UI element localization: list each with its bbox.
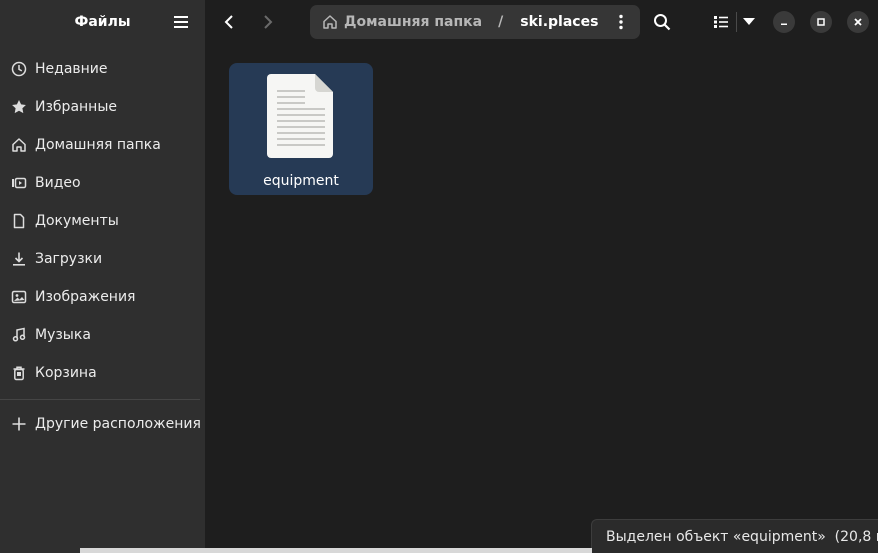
sidebar-item-label: Недавние bbox=[35, 61, 108, 77]
chevron-down-icon bbox=[743, 18, 755, 25]
star-icon bbox=[10, 98, 28, 116]
bottom-edge-strip bbox=[80, 548, 592, 553]
sidebar-item-label: Видео bbox=[35, 175, 81, 191]
sidebar-item-recent[interactable]: Недавние bbox=[0, 50, 205, 88]
sidebar-item-videos[interactable]: Видео bbox=[0, 164, 205, 202]
sidebar-item-label: Документы bbox=[35, 213, 119, 229]
music-icon bbox=[10, 326, 28, 344]
chevron-left-icon bbox=[224, 15, 233, 29]
back-button[interactable] bbox=[213, 6, 245, 38]
sidebar-separator bbox=[0, 399, 200, 400]
sidebar-item-label: Корзина bbox=[35, 365, 97, 381]
sidebar-item-downloads[interactable]: Загрузки bbox=[0, 240, 205, 278]
trash-icon bbox=[10, 364, 28, 382]
sidebar-item-music[interactable]: Музыка bbox=[0, 316, 205, 354]
home-icon bbox=[322, 14, 338, 30]
breadcrumb-separator: / bbox=[498, 14, 504, 30]
sidebar-item-home[interactable]: Домашняя папка bbox=[0, 126, 205, 164]
sidebar-item-label: Музыка bbox=[35, 327, 91, 343]
search-icon bbox=[654, 14, 671, 31]
path-menu-button[interactable] bbox=[608, 9, 634, 35]
image-icon bbox=[10, 288, 28, 306]
download-icon bbox=[10, 250, 28, 268]
header-bar: Домашняя папка / ski.places bbox=[205, 0, 878, 44]
list-view-icon bbox=[714, 16, 728, 28]
sidebar-item-label: Изображения bbox=[35, 289, 136, 305]
view-options-button[interactable] bbox=[737, 6, 761, 38]
sidebar-header: Файлы bbox=[0, 0, 205, 44]
sidebar-item-trash[interactable]: Корзина bbox=[0, 354, 205, 392]
chevron-right-icon bbox=[264, 15, 273, 29]
app-title: Файлы bbox=[74, 14, 131, 30]
file-item[interactable]: equipment bbox=[229, 63, 373, 195]
vertical-dots-icon bbox=[619, 14, 623, 30]
minimize-icon bbox=[781, 23, 787, 25]
sidebar-item-label: Другие расположения bbox=[35, 416, 201, 432]
breadcrumb-home-label: Домашняя папка bbox=[344, 14, 483, 30]
maximize-button[interactable] bbox=[810, 11, 832, 33]
sidebar-item-starred[interactable]: Избранные bbox=[0, 88, 205, 126]
minimize-button[interactable] bbox=[773, 11, 795, 33]
maximize-icon bbox=[817, 18, 825, 26]
breadcrumb-home[interactable]: Домашняя папка bbox=[310, 14, 482, 30]
path-bar: Домашняя папка / ski.places bbox=[310, 5, 640, 39]
text-file-icon bbox=[267, 74, 335, 164]
sidebar-item-label: Домашняя папка bbox=[35, 137, 161, 153]
sidebar-item-pictures[interactable]: Изображения bbox=[0, 278, 205, 316]
sidebar-item-documents[interactable]: Документы bbox=[0, 202, 205, 240]
file-name: equipment bbox=[263, 173, 339, 189]
clock-icon bbox=[10, 60, 28, 78]
close-button[interactable] bbox=[847, 11, 869, 33]
plus-icon bbox=[10, 415, 28, 433]
document-icon bbox=[10, 212, 28, 230]
sidebar: Файлы Недавние Избранные Домашняя папка … bbox=[0, 0, 205, 553]
video-icon bbox=[10, 174, 28, 192]
status-text: Выделен объект «equipment» (20,8 кБ) bbox=[606, 528, 878, 545]
search-button[interactable] bbox=[646, 6, 678, 38]
places-list: Недавние Избранные Домашняя папка Видео … bbox=[0, 50, 205, 392]
sidebar-item-other-locations[interactable]: Другие расположения bbox=[0, 405, 205, 443]
main-menu-button[interactable] bbox=[165, 6, 197, 38]
home-icon bbox=[10, 136, 28, 154]
hamburger-menu-icon bbox=[174, 16, 188, 28]
sidebar-item-label: Загрузки bbox=[35, 251, 103, 267]
close-icon bbox=[854, 18, 862, 26]
forward-button[interactable] bbox=[252, 6, 284, 38]
sidebar-item-label: Избранные bbox=[35, 99, 117, 115]
breadcrumb-current[interactable]: ski.places bbox=[520, 14, 598, 30]
status-bar: Выделен объект «equipment» (20,8 кБ) bbox=[591, 519, 878, 553]
view-list-button[interactable] bbox=[705, 6, 737, 38]
